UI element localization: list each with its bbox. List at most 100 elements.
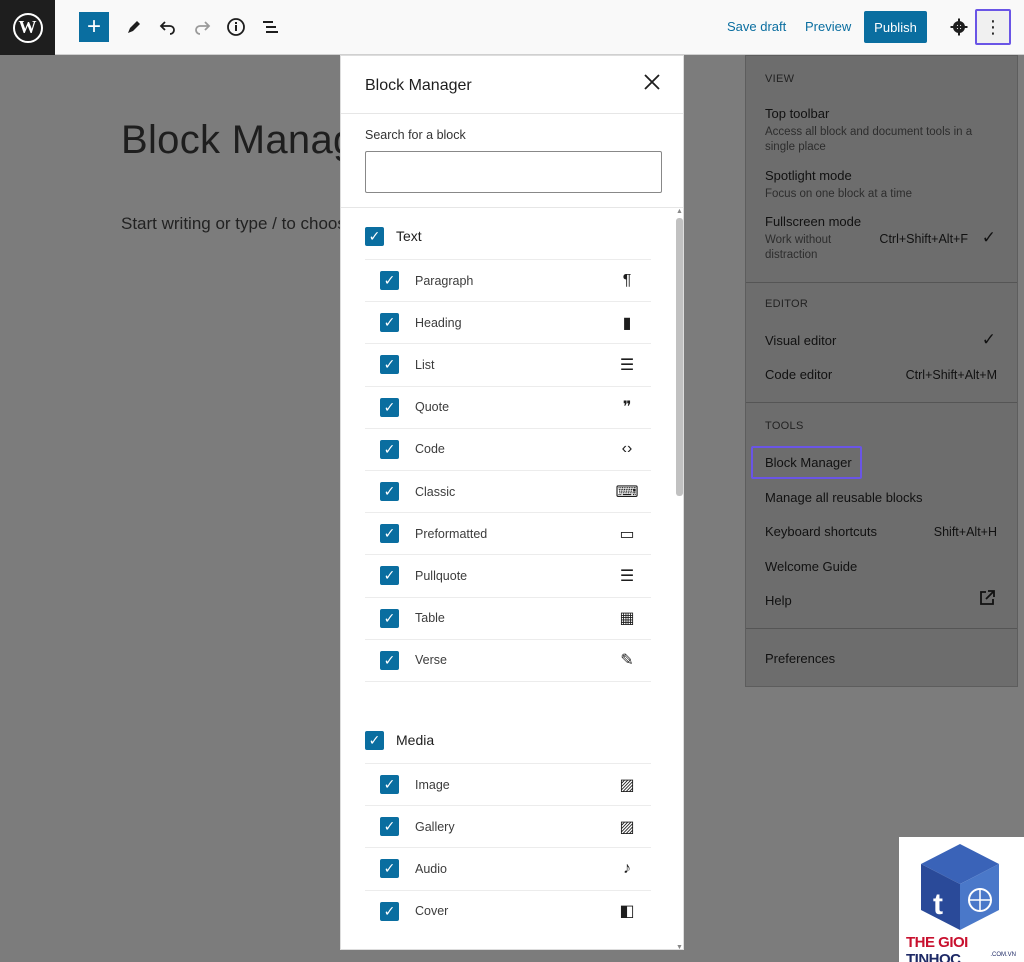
external-link-icon [978,589,996,612]
preview-button[interactable]: Preview [805,19,851,34]
details-button[interactable] [221,12,251,42]
spotlight-mode-description: Focus on one block at a time [765,188,913,200]
spotlight-mode-option[interactable]: Spotlight mode [765,168,998,183]
options-dropdown: VIEW Top toolbar Access all block and do… [745,55,1018,687]
cover-icon: ◧ [619,903,635,921]
watermark-domain: .COM.VN [990,952,1016,958]
block-label: Table [415,611,445,626]
heading-icon: ▮ [622,314,632,332]
post-title[interactable]: Block Manag [121,118,356,163]
block-checkbox[interactable]: ✓ [380,271,399,291]
block-row: ✓ Code ‹› [365,427,651,470]
divider [746,402,1017,403]
block-label: Preformatted [415,526,488,541]
undo-button[interactable] [153,12,183,42]
block-checkbox[interactable]: ✓ [380,650,399,670]
wordpress-icon: W [12,12,43,43]
search-label: Search for a block [365,128,466,142]
preferences-option[interactable]: Preferences [765,651,998,666]
help-option[interactable]: Help [765,593,998,608]
fullscreen-check-icon: ✓ [981,228,996,247]
top-toolbar-option[interactable]: Top toolbar [765,106,998,121]
tools-pencil-icon[interactable] [119,12,149,42]
watermark-logo: t THE GIOI TINHOC .COM.VN [899,837,1024,962]
category-checkbox[interactable]: ✓ [365,730,384,750]
block-row: ✓ Image ▨ [365,763,651,805]
block-checkbox[interactable]: ✓ [380,608,399,628]
pullquote-icon: ☰ [619,567,635,585]
quote-icon: ❞ [622,399,632,417]
tools-heading: TOOLS [765,420,804,432]
publish-button[interactable]: Publish [864,11,927,43]
editor-top-toolbar: W + Save draft Preview Publish ⋮ [0,0,1024,55]
save-draft-button[interactable]: Save draft [727,19,786,34]
table-icon: ▦ [619,610,635,628]
category-header: ✓ Text [365,213,651,259]
fullscreen-mode-option[interactable]: Fullscreen mode [765,214,998,229]
block-row: ✓ Pullquote ☰ [365,554,651,596]
preformatted-icon: ▭ [619,525,635,543]
code-editor-shortcut: Ctrl+Shift+Alt+M [905,368,997,382]
block-row: ✓ Gallery ▨ [365,805,651,847]
scroll-down-icon[interactable]: ▼ [676,944,683,951]
gear-icon [950,18,968,36]
top-toolbar-description: Access all block and document tools in a… [765,126,973,153]
block-label: Heading [415,315,462,330]
block-label: Quote [415,400,450,415]
block-row: ✓ Classic ⌨ [365,469,651,512]
redo-button[interactable] [187,12,217,42]
keyboard-icon: ⌨ [615,483,639,501]
block-manager-option[interactable]: Block Manager [765,455,998,470]
editor-heading: EDITOR [765,298,809,310]
block-checkbox[interactable]: ✓ [380,566,399,586]
modal-scrollbar[interactable]: ▲ ▼ [674,208,685,951]
view-heading: VIEW [765,73,795,85]
block-checkbox[interactable]: ✓ [380,775,399,795]
fullscreen-mode-description: Work without distraction [765,234,832,261]
block-checkbox[interactable]: ✓ [380,397,399,417]
block-checkbox[interactable]: ✓ [380,439,399,459]
close-button[interactable] [643,73,661,95]
pencil-icon [128,21,140,33]
divider [341,207,683,208]
list-view-icon [263,21,278,33]
options-menu-button[interactable]: ⋮ [975,9,1011,45]
divider [746,282,1017,283]
settings-button[interactable] [944,12,974,42]
block-search-input[interactable] [365,151,662,193]
category-header: ✓ Media [365,717,651,763]
editor-placeholder[interactable]: Start writing or type / to choos [121,214,346,234]
category-media: ✓ Media ✓ Image ▨ ✓ Gallery ▨ ✓ Audio ♪ ✓ Cover… [365,717,651,932]
vertical-ellipsis-icon: ⋮ [984,16,1002,37]
block-row: ✓ Quote ❞ [365,385,651,428]
cube-logo-icon: t [921,844,999,930]
category-checkbox[interactable]: ✓ [365,226,384,246]
list-view-button[interactable] [256,12,286,42]
image-icon: ▨ [619,776,635,794]
block-checkbox[interactable]: ✓ [380,859,399,879]
block-checkbox[interactable]: ✓ [380,524,399,544]
svg-text:t: t [933,888,943,921]
block-row: ✓ Audio ♪ [365,847,651,889]
scroll-thumb[interactable] [676,218,683,496]
block-row: ✓ List ☰ [365,343,651,385]
block-checkbox[interactable]: ✓ [380,313,399,333]
block-label: Pullquote [415,568,468,583]
block-label: List [415,357,435,372]
welcome-guide-option[interactable]: Welcome Guide [765,559,998,574]
modal-header: Block Manager [341,56,683,114]
category-title: Text [396,228,422,244]
block-checkbox[interactable]: ✓ [380,901,399,921]
add-block-button[interactable]: + [79,12,109,42]
wordpress-logo[interactable]: W [0,0,55,55]
visual-editor-option[interactable]: Visual editor [765,333,998,348]
scroll-up-icon[interactable]: ▲ [676,208,683,215]
block-checkbox[interactable]: ✓ [380,355,399,375]
block-label: Audio [415,861,447,876]
code-icon: ‹› [621,440,633,458]
undo-icon [159,21,175,35]
divider [746,628,1017,629]
block-checkbox[interactable]: ✓ [380,817,399,837]
block-checkbox[interactable]: ✓ [380,482,399,502]
manage-reusable-blocks-option[interactable]: Manage all reusable blocks [765,490,998,505]
